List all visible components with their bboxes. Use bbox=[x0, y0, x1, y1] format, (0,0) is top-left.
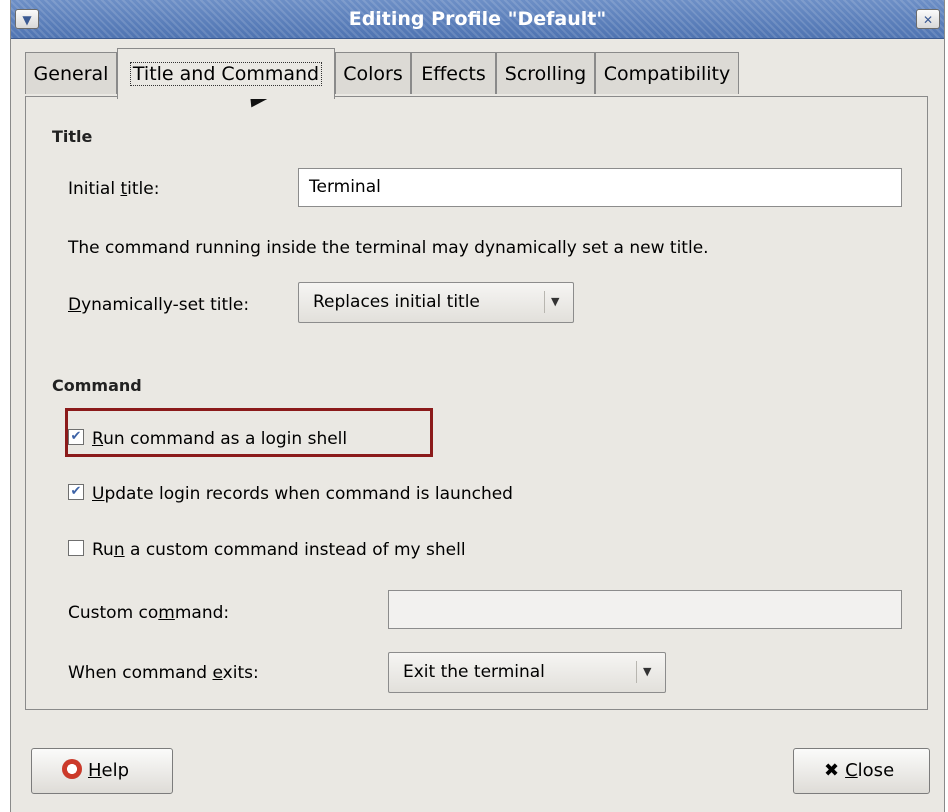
profile-editor-dialog: ▼ Editing Profile "Default" ✕ General Ti… bbox=[10, 0, 945, 812]
dynamic-title-label: Dynamically-set title: bbox=[68, 295, 250, 315]
chevron-down-icon: ▼ bbox=[544, 291, 565, 313]
help-button[interactable]: Help bbox=[31, 748, 173, 794]
exit-behavior-select[interactable]: Exit the terminal ▼ bbox=[388, 652, 666, 693]
window-title: Editing Profile "Default" bbox=[348, 8, 607, 30]
title-bar[interactable]: ▼ Editing Profile "Default" ✕ bbox=[11, 0, 944, 39]
title-section-heading: Title bbox=[52, 127, 93, 146]
exit-behavior-label: When command exits: bbox=[68, 663, 259, 683]
tab-effects[interactable]: Effects bbox=[411, 52, 496, 94]
exit-behavior-value: Exit the terminal bbox=[403, 662, 545, 682]
initial-title-input[interactable]: Terminal bbox=[298, 168, 902, 207]
custom-command-checkbox[interactable]: Run a custom command instead of my shell bbox=[68, 537, 466, 563]
tab-panel: Title Initial title: Terminal The comman… bbox=[25, 96, 928, 710]
empty-checkbox-icon[interactable] bbox=[68, 540, 84, 556]
custom-command-label: Custom command: bbox=[68, 603, 230, 623]
lifebuoy-icon bbox=[62, 759, 82, 779]
command-section-heading: Command bbox=[52, 376, 142, 395]
initial-title-label: Initial title: bbox=[68, 179, 160, 199]
close-button[interactable]: ✖ Close bbox=[793, 748, 930, 794]
dynamic-title-select[interactable]: Replaces initial title ▼ bbox=[298, 282, 574, 323]
update-login-records-checkbox[interactable]: ✔ Update login records when command is la… bbox=[68, 481, 513, 507]
tab-colors[interactable]: Colors bbox=[335, 52, 411, 94]
custom-command-input[interactable] bbox=[388, 590, 902, 629]
tab-compatibility[interactable]: Compatibility bbox=[595, 52, 739, 94]
tab-scrolling[interactable]: Scrolling bbox=[496, 52, 595, 94]
dynamic-title-value: Replaces initial title bbox=[313, 292, 480, 312]
highlight-annotation bbox=[65, 408, 433, 457]
checkmark-icon[interactable]: ✔ bbox=[68, 484, 84, 500]
tab-general[interactable]: General bbox=[25, 52, 117, 94]
tab-title-and-command[interactable]: Title and Command bbox=[117, 48, 335, 99]
chevron-down-icon: ▼ bbox=[636, 661, 657, 683]
dynamic-title-note: The command running inside the terminal … bbox=[68, 238, 709, 258]
close-icon: ✖ bbox=[824, 760, 840, 781]
close-icon[interactable]: ✕ bbox=[916, 9, 940, 29]
